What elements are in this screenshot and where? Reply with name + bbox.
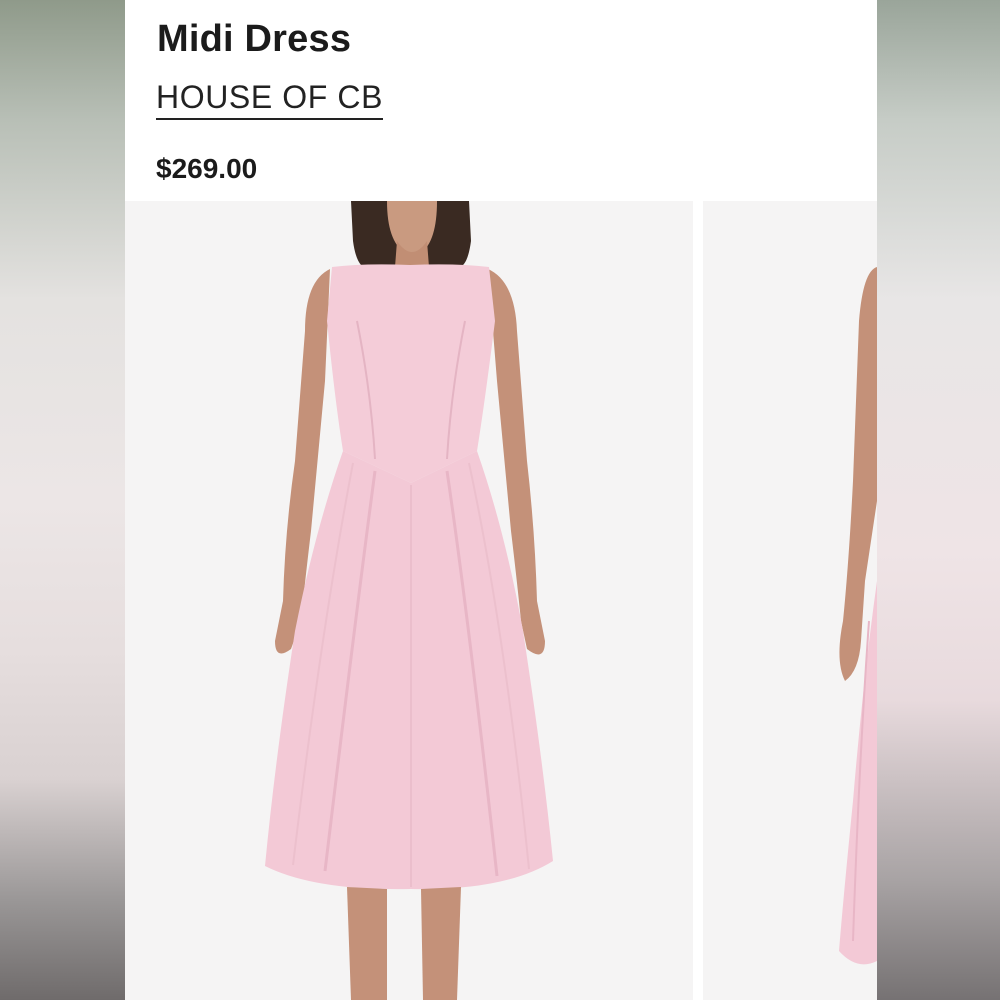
product-page: Midi Dress HOUSE OF CB $269.00: [125, 0, 877, 1000]
image-gallery[interactable]: [125, 201, 877, 1000]
product-title: Midi Dress: [157, 18, 352, 60]
blurred-background-left: [0, 0, 125, 1000]
product-price: $269.00: [156, 153, 258, 184]
main-product-photo[interactable]: [125, 201, 693, 1000]
blurred-background-right: [877, 0, 1000, 1000]
brand-link[interactable]: HOUSE OF CB: [156, 80, 384, 120]
next-product-photo[interactable]: [703, 201, 877, 1000]
